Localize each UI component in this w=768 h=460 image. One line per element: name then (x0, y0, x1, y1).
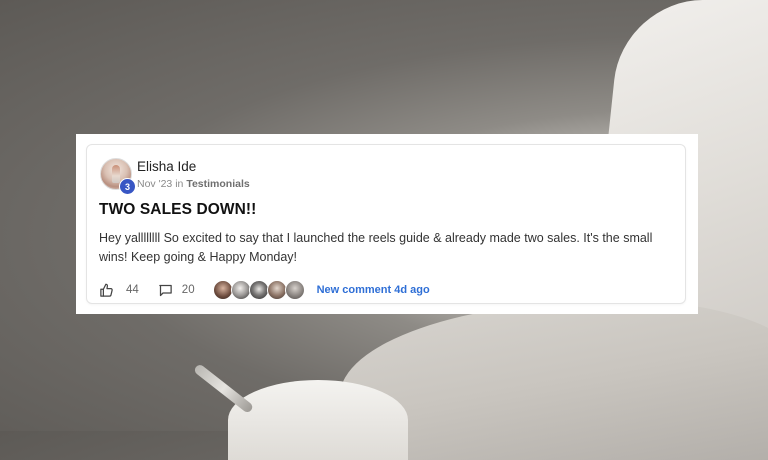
comment-count: 20 (181, 284, 195, 296)
post-body: Hey yallllllll So excited to say that I … (99, 231, 653, 264)
participant-avatar[interactable] (230, 280, 251, 300)
post-meta: Nov '23 in Testimonials (137, 178, 250, 190)
post-in-label: in (175, 178, 184, 190)
participant-avatars (212, 280, 305, 300)
new-comment-link[interactable]: New comment 4d ago (317, 284, 430, 296)
participant-avatar[interactable] (248, 280, 269, 300)
post-date: Nov '23 (137, 178, 173, 190)
thumbs-up-icon[interactable] (99, 283, 114, 298)
level-badge: 3 (119, 178, 136, 195)
participant-avatar[interactable] (266, 280, 287, 300)
author-name[interactable]: Elisha Ide (137, 159, 196, 174)
like-count: 44 (126, 284, 139, 296)
participant-avatar[interactable] (212, 280, 233, 300)
avatar-figure (112, 165, 120, 183)
post-title[interactable]: TWO SALES DOWN!! (99, 201, 256, 219)
post-category-link[interactable]: Testimonials (186, 178, 249, 190)
post-actions: 44 20 New comment 4d ago (99, 279, 430, 301)
participant-avatar[interactable] (284, 280, 305, 300)
post-screenshot-panel: 3 Elisha Ide Nov '23 in Testimonials TWO… (76, 134, 698, 314)
background-spoon (192, 363, 255, 415)
post-card[interactable]: 3 Elisha Ide Nov '23 in Testimonials TWO… (86, 144, 686, 304)
background-cup (228, 380, 408, 460)
comment-bubble-icon[interactable] (158, 283, 173, 298)
